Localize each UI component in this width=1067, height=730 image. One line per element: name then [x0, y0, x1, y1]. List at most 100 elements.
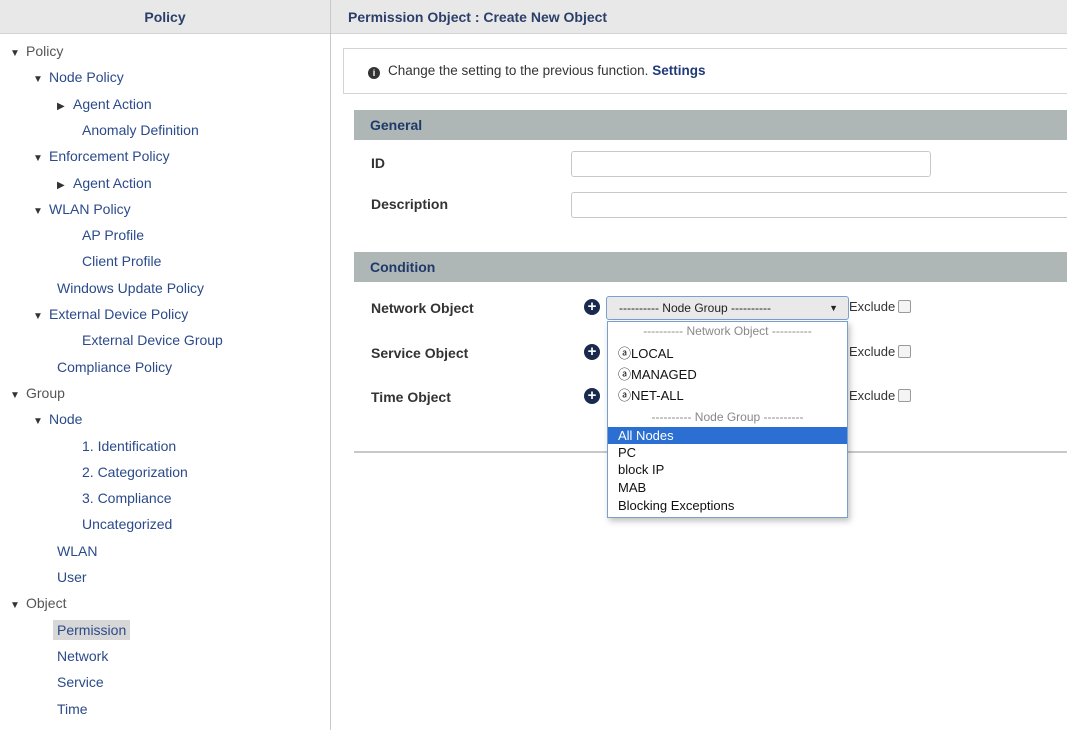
dropdown-option[interactable]: Blocking Exceptions	[608, 497, 847, 514]
sidebar-item[interactable]: Client Profile	[82, 250, 161, 272]
sidebar-item-label: External Device Policy	[49, 306, 189, 322]
sidebar-item-label: 3. Compliance	[82, 490, 172, 507]
sidebar-item[interactable]: Network	[57, 645, 108, 667]
network-object-dropdown[interactable]: ---------- Network Object ---------- ⓐLOC…	[607, 321, 848, 518]
info-notice: i Change the setting to the previous func…	[343, 48, 1067, 94]
sidebar-item[interactable]: 2. Categorization	[82, 461, 188, 483]
dropdown-group-header: ---------- Network Object ----------	[643, 324, 812, 338]
sidebar-item-label: Enforcement Policy	[49, 148, 170, 165]
dropdown-group-header: ---------- Node Group ----------	[651, 410, 804, 424]
sidebar: Policy ▼ Policy ▼ Node Policy ▶ Agent Action A…	[0, 0, 331, 730]
info-text: Change the setting to the previous funct…	[388, 63, 649, 78]
sidebar-item-label: External Device Group	[82, 332, 223, 349]
sidebar-item[interactable]: ▶ Agent Action	[57, 172, 152, 194]
sidebar-title: Policy	[0, 0, 330, 34]
network-object-select[interactable]: ---------- Node Group ---------- ▼	[606, 296, 849, 320]
id-label: ID	[371, 155, 385, 171]
sidebar-item[interactable]: ▶ Agent Action	[57, 93, 152, 115]
time-exclude[interactable]: Exclude	[849, 388, 912, 403]
sidebar-item-label: Uncategorized	[82, 516, 173, 533]
dropdown-option[interactable]: All Nodes	[608, 427, 847, 444]
sidebar-item-label: Windows Update Policy	[57, 279, 205, 296]
description-label: Description	[371, 196, 449, 212]
time-object-label: Time Object	[371, 389, 451, 405]
sidebar-item[interactable]: AP Profile	[82, 224, 144, 246]
sidebar-item[interactable]: Service	[57, 671, 104, 693]
caret-down-icon[interactable]: ▼	[33, 201, 43, 223]
sidebar-item-label: Policy	[26, 43, 64, 59]
caret-down-icon[interactable]: ▼	[10, 43, 20, 65]
description-input[interactable]	[571, 192, 1067, 218]
sidebar-item[interactable]: Windows Update Policy	[57, 277, 204, 299]
sidebar-item[interactable]: ▼ External Device Policy	[33, 303, 188, 325]
sidebar-item[interactable]: Anomaly Definition	[82, 119, 199, 141]
caret-down-icon[interactable]: ▼	[33, 411, 43, 433]
sidebar-item[interactable]: 3. Compliance	[82, 487, 172, 509]
sidebar-item[interactable]: ▼ Node	[33, 408, 82, 430]
dropdown-option[interactable]: PC	[608, 444, 847, 461]
sidebar-item[interactable]: Compliance Policy	[57, 356, 172, 378]
sidebar-item-label: WLAN Policy	[49, 200, 131, 217]
dropdown-option[interactable]: ⓐMANAGED	[608, 366, 847, 383]
add-network-icon[interactable]: +	[584, 299, 600, 315]
sidebar-item-label: WLAN	[57, 542, 98, 559]
sidebar-item[interactable]: Time	[57, 698, 88, 720]
dropdown-option[interactable]: block IP	[608, 461, 847, 478]
sidebar-item-label: AP Profile	[82, 227, 144, 244]
dropdown-option[interactable]: MAB	[608, 479, 847, 496]
sidebar-item-label: Agent Action	[73, 174, 152, 191]
sidebar-item[interactable]: External Device Group	[82, 329, 223, 351]
caret-down-icon[interactable]: ▼	[33, 148, 43, 170]
service-object-label: Service Object	[371, 345, 469, 361]
sidebar-item-label: User	[57, 569, 87, 585]
sidebar-item-label: Anomaly Definition	[82, 121, 199, 138]
exclude-label: Exclude	[849, 344, 896, 359]
sidebar-item[interactable]: ▼ Group	[10, 382, 65, 404]
sidebar-item[interactable]: User	[57, 566, 87, 588]
sidebar-item-label: 1. Identification	[82, 437, 177, 454]
sidebar-item-label: 2. Categorization	[82, 463, 188, 480]
time-exclude-checkbox[interactable]	[898, 389, 912, 402]
exclude-label: Exclude	[849, 299, 896, 314]
sidebar-item[interactable]: ▼ Enforcement Policy	[33, 145, 170, 167]
id-input[interactable]	[571, 151, 931, 177]
caret-right-icon[interactable]: ▶	[57, 96, 67, 118]
network-exclude[interactable]: Exclude	[849, 299, 912, 314]
sidebar-item[interactable]: Uncategorized	[82, 513, 172, 535]
sidebar-item[interactable]: 1. Identification	[82, 435, 176, 457]
add-time-icon[interactable]: +	[584, 388, 600, 404]
service-exclude-checkbox[interactable]	[898, 345, 912, 358]
caret-down-icon[interactable]: ▼	[33, 306, 43, 328]
dropdown-option[interactable]: ⓐLOCAL	[608, 345, 847, 362]
info-icon: i	[368, 67, 380, 79]
sidebar-item-label: Group	[26, 384, 65, 401]
exclude-label: Exclude	[849, 388, 896, 403]
service-exclude[interactable]: Exclude	[849, 344, 912, 359]
sidebar-item-label: Time	[57, 700, 88, 717]
settings-link[interactable]: Settings	[652, 63, 705, 78]
caret-down-icon[interactable]: ▼	[33, 69, 43, 91]
add-service-icon[interactable]: +	[584, 344, 600, 360]
sidebar-item[interactable]: ▼ Policy	[10, 40, 63, 62]
sidebar-item-label: Client Profile	[82, 253, 162, 270]
sidebar-item-label: Agent Action	[73, 95, 152, 112]
network-exclude-checkbox[interactable]	[898, 300, 912, 313]
network-object-label: Network Object	[371, 300, 474, 316]
sidebar-item[interactable]: ▼ WLAN Policy	[33, 198, 131, 220]
sidebar-item-label: Permission	[53, 619, 131, 640]
caret-right-icon[interactable]: ▶	[57, 175, 67, 197]
general-section-header: General	[354, 110, 1067, 140]
caret-down-icon[interactable]: ▼	[10, 595, 20, 617]
sidebar-item[interactable]: ▼ Object	[10, 592, 66, 614]
sidebar-item-label: Object	[26, 595, 67, 612]
sidebar-item-label: Service	[57, 674, 104, 691]
sidebar-item[interactable]: Permission	[53, 619, 131, 641]
sidebar-item[interactable]: ▼ Node Policy	[33, 66, 124, 88]
chevron-down-icon: ▼	[829, 303, 838, 313]
sidebar-item[interactable]: WLAN	[57, 540, 97, 562]
sidebar-item-label: Node	[49, 411, 83, 428]
page-title: Permission Object : Create New Object	[331, 0, 1067, 34]
condition-section-header: Condition	[354, 252, 1067, 282]
dropdown-option[interactable]: ⓐNET-ALL	[608, 387, 847, 404]
caret-down-icon[interactable]: ▼	[10, 385, 20, 407]
